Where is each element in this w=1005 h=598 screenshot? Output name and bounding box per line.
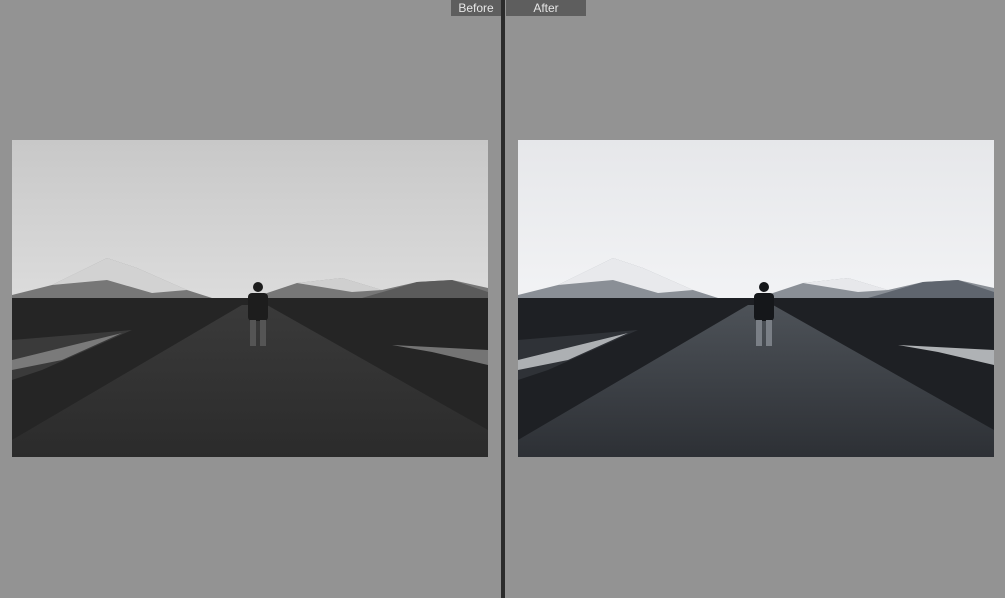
before-photo[interactable] (12, 140, 488, 457)
after-photo[interactable] (518, 140, 994, 457)
after-photo-image (518, 140, 994, 457)
before-label: Before (451, 0, 501, 16)
after-label: After (506, 0, 586, 16)
before-photo-image (12, 140, 488, 457)
before-pane[interactable]: Before (0, 0, 501, 598)
after-pane[interactable]: After (505, 0, 1005, 598)
